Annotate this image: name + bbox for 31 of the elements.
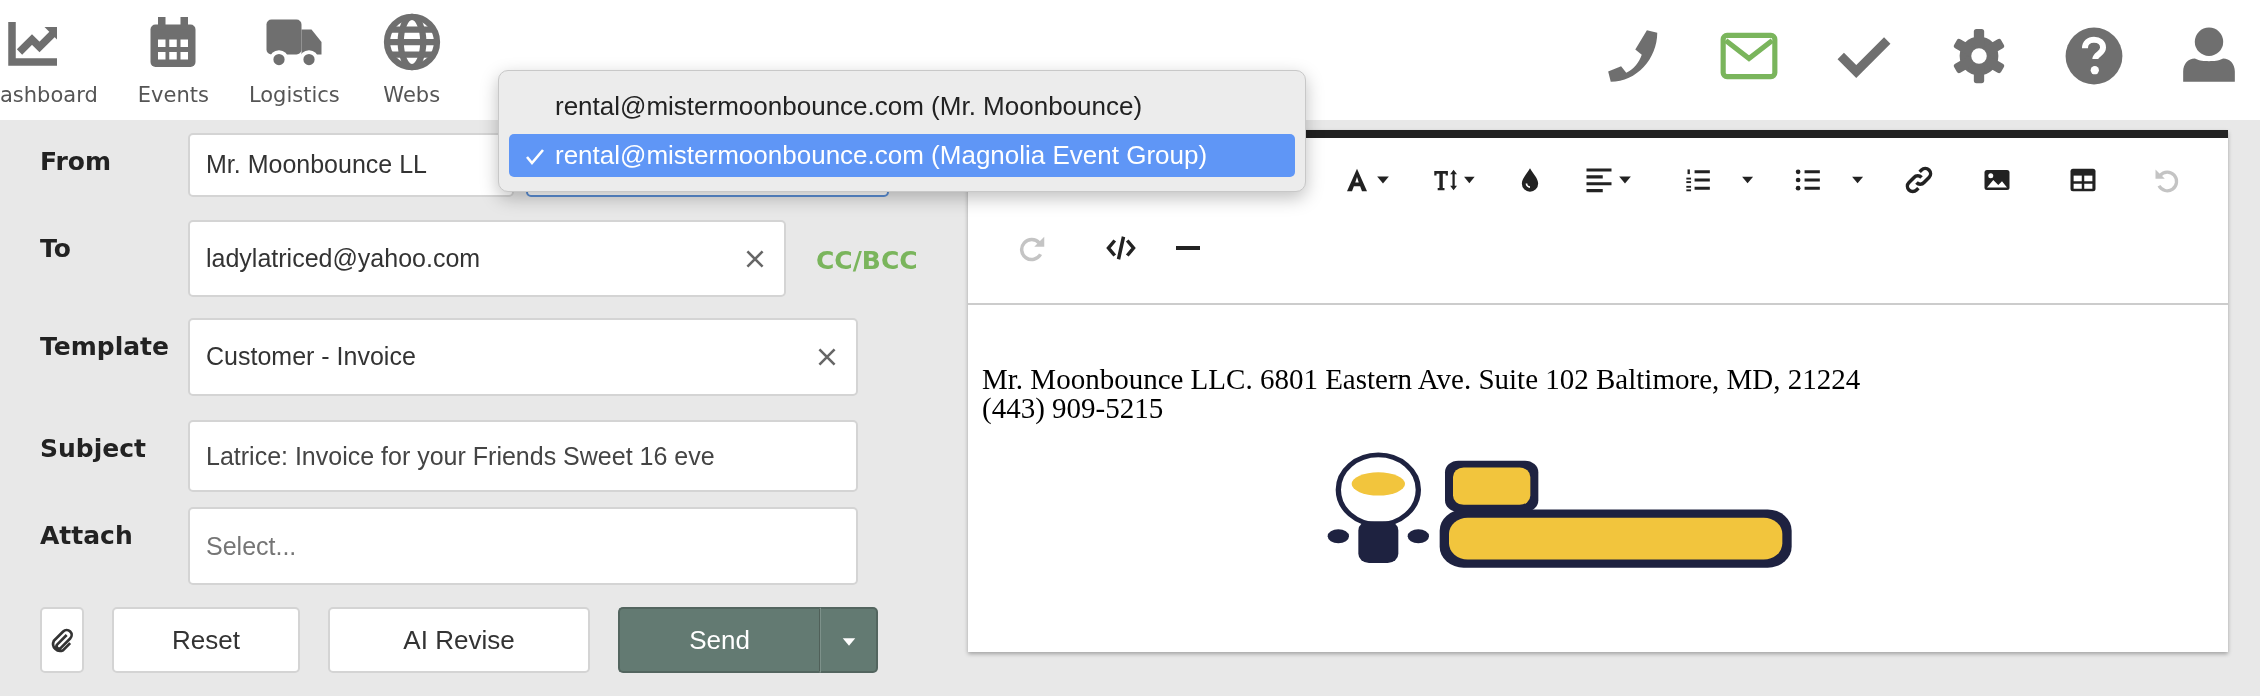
attachment-field[interactable]: Select... [188, 507, 858, 585]
body-text: (443) 909-5215 [982, 394, 1164, 423]
caret-icon [1376, 175, 1390, 185]
body-text: Mr. Moonbounce LLC. 6801 Eastern Ave. Suite 102 Baltimore, MD, 21224 [982, 365, 1861, 394]
field-label: Attach [40, 520, 134, 552]
nav-item[interactable]: Logistics [248, 0, 340, 112]
header-icon-button[interactable] [2063, 25, 2125, 87]
nav-item[interactable]: ashboard [0, 0, 98, 112]
caret-icon [840, 636, 857, 647]
sender-name-field[interactable]: Mr. Moonbounce LL [188, 133, 514, 197]
attach-button[interactable] [40, 607, 84, 673]
align-left-icon [1584, 165, 1614, 195]
caret-icon [1463, 175, 1476, 185]
link-icon [1904, 165, 1934, 195]
caret-icon [1850, 175, 1864, 185]
ai-revise-button[interactable]: AI Revise [328, 607, 590, 673]
help-icon [2063, 25, 2125, 87]
field-label: Subject [40, 433, 147, 465]
field-label: To [40, 233, 72, 265]
dropdown-option[interactable]: rental@mistermoonbounce.com (Mr. Moonbounce) [509, 85, 1295, 128]
field-label: Template [40, 331, 170, 363]
caret-icon [1618, 175, 1632, 185]
caret-icon [1740, 175, 1754, 185]
reset-button[interactable]: Reset [112, 607, 300, 673]
template-select[interactable]: Customer - Invoice [188, 318, 858, 396]
nav-item[interactable]: Events [137, 0, 209, 112]
nav-item[interactable]: Webs [379, 0, 444, 112]
recipient-field[interactable]: ladylatriced@yahoo.com [188, 220, 786, 297]
subject-field[interactable]: Latrice: Invoice for your Friends Sweet 16 eve [188, 420, 858, 492]
field-label: From [40, 146, 113, 178]
send-button[interactable]: Send [618, 607, 820, 673]
